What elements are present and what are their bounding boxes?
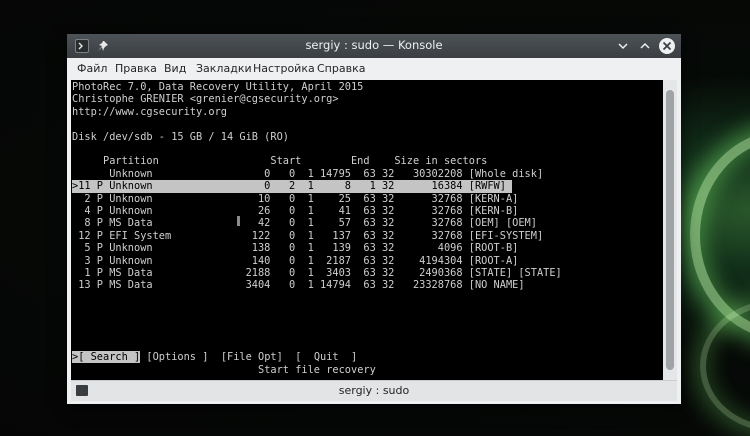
terminal-area[interactable]: PhotoRec 7.0, Data Recovery Utility, Apr…	[71, 80, 663, 380]
disk-info-line: Disk /dev/sdb - 15 GB / 14 GiB (RO)	[72, 130, 289, 143]
tab-sergiy-sudo[interactable]: sergiy : sudo	[71, 384, 677, 397]
action-hint: Start file recovery	[258, 363, 376, 376]
partition-row[interactable]: 2 P Unknown 10 0 1 25 63 32 32768 [KERN-…	[72, 193, 518, 205]
wallpaper-glow-small	[700, 300, 750, 432]
minimize-icon[interactable]	[615, 38, 631, 54]
menu-view[interactable]: Вид	[164, 62, 186, 75]
partition-row[interactable]: 12 P EFI System 122 0 1 137 63 32 32768 …	[72, 230, 543, 242]
maximize-icon[interactable]	[637, 38, 653, 54]
terminal-line: PhotoRec 7.0, Data Recovery Utility, Apr…	[72, 81, 364, 93]
menu-settings[interactable]: Настройка	[253, 62, 315, 75]
options-action[interactable]: [Options ]	[140, 351, 208, 363]
window-title: sergiy : sudo — Konsole	[305, 38, 443, 52]
menu-edit[interactable]: Правка	[115, 62, 157, 75]
terminal-line: http://www.cgsecurity.org	[72, 105, 227, 118]
partition-row[interactable]: 5 P Unknown 138 0 1 139 63 32 4096 [ROOT…	[72, 242, 518, 254]
partition-row[interactable]: 13 P MS Data 3404 0 1 14794 63 32 233287…	[72, 279, 524, 291]
partition-row-selected[interactable]: >11 P Unknown 0 2 1 8 1 32 16384 [RWFW]	[72, 180, 512, 193]
action-bar: >[ Search ] [Options ] [File Opt] [ Quit…	[72, 351, 357, 364]
tab-bar: sergiy : sudo	[71, 380, 677, 401]
menu-file[interactable]: Файл	[77, 62, 107, 75]
titlebar: sergiy : sudo — Konsole	[67, 34, 681, 58]
partition-row[interactable]: 8 P MS Data 42 0 1 57 63 32 32768 [OEM] …	[72, 217, 537, 229]
partition-row[interactable]: 3 P Unknown 140 0 1 2187 63 32 4194304 […	[72, 255, 518, 267]
partition-row[interactable]: 1 P MS Data 2188 0 1 3403 63 32 2490368 …	[72, 267, 561, 279]
mouse-cursor	[237, 216, 240, 226]
partition-row[interactable]: Unknown 0 0 1 14795 63 32 30302208 [Whol…	[72, 168, 543, 180]
search-action[interactable]: >[ Search ]	[72, 351, 141, 364]
file-opt-action[interactable]: [File Opt]	[221, 351, 283, 363]
quit-action[interactable]: [ Quit ]	[295, 351, 357, 363]
terminal-line: Christophe GRENIER <grenier@cgsecurity.o…	[72, 93, 339, 106]
partition-row[interactable]: 4 P Unknown 26 0 1 41 63 32 32768 [KERN-…	[72, 205, 518, 217]
konsole-window: sergiy : sudo — Konsole Файл Правка Вид …	[67, 34, 681, 404]
scrollbar[interactable]	[663, 80, 677, 380]
scrollbar-thumb[interactable]	[666, 90, 674, 370]
menu-bookmarks[interactable]: Закладки	[196, 62, 252, 75]
partition-table-header: Partition Start End Size in sectors	[72, 155, 488, 168]
close-icon[interactable]	[658, 37, 676, 55]
menubar: Файл Правка Вид Закладки Настройка Справ…	[67, 58, 681, 80]
menu-help[interactable]: Справка	[317, 62, 365, 75]
